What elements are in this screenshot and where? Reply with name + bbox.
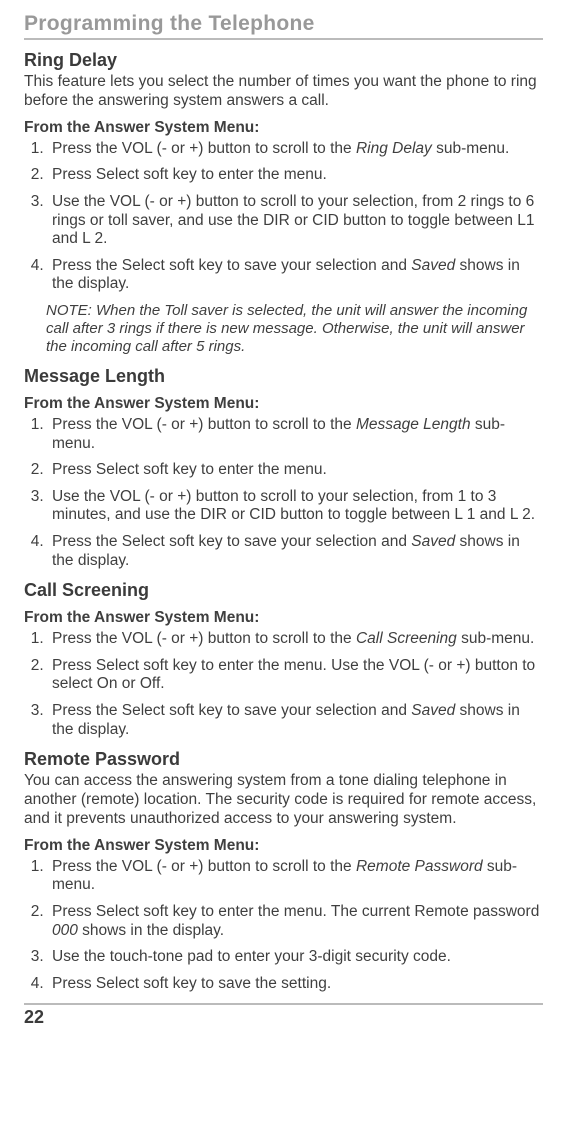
step-em: Call Screening (356, 630, 457, 647)
remote-password-menu-heading: From the Answer System Menu: (24, 837, 543, 855)
list-item: Use the VOL (- or +) button to scroll to… (48, 193, 543, 249)
list-item: Use the touch-tone pad to enter your 3-d… (48, 948, 543, 967)
list-item: Press the Select soft key to save your s… (48, 702, 543, 739)
page-footer: 22 (24, 1003, 543, 1028)
step-em: Saved (411, 533, 455, 550)
list-item: Use the VOL (- or +) button to scroll to… (48, 488, 543, 525)
list-item: Press Select soft key to enter the menu. (48, 166, 543, 185)
step-text: Press the VOL (- or +) button to scroll … (52, 630, 356, 647)
page-container: Programming the Telephone Ring Delay Thi… (0, 0, 567, 1136)
remote-password-intro: You can access the answering system from… (24, 772, 543, 829)
list-item: Press Select soft key to enter the menu. (48, 461, 543, 480)
step-text: sub-menu. (432, 140, 510, 157)
call-screening-steps: Press the VOL (- or +) button to scroll … (24, 630, 543, 739)
message-length-steps: Press the VOL (- or +) button to scroll … (24, 416, 543, 570)
heading-message-length: Message Length (24, 366, 543, 387)
step-text: Press the VOL (- or +) button to scroll … (52, 858, 356, 875)
list-item: Press the Select soft key to save your s… (48, 257, 543, 294)
ring-delay-steps: Press the VOL (- or +) button to scroll … (24, 140, 543, 294)
heading-call-screening: Call Screening (24, 580, 543, 601)
step-text: Press Select soft key to enter the menu.… (52, 903, 539, 920)
heading-remote-password: Remote Password (24, 749, 543, 770)
list-item: Press the VOL (- or +) button to scroll … (48, 416, 543, 453)
list-item: Press Select soft key to enter the menu.… (48, 903, 543, 940)
step-text: Press the VOL (- or +) button to scroll … (52, 416, 356, 433)
step-text: Press the VOL (- or +) button to scroll … (52, 140, 356, 157)
list-item: Press Select soft key to enter the menu.… (48, 657, 543, 694)
step-text: Press the Select soft key to save your s… (52, 533, 411, 550)
list-item: Press Select soft key to save the settin… (48, 975, 543, 994)
list-item: Press the VOL (- or +) button to scroll … (48, 630, 543, 649)
step-text: sub-menu. (457, 630, 535, 647)
list-item: Press the VOL (- or +) button to scroll … (48, 140, 543, 159)
step-text: shows in the display. (78, 922, 224, 939)
ring-delay-intro: This feature lets you select the number … (24, 73, 543, 111)
page-number: 22 (24, 1007, 44, 1027)
ring-delay-note: NOTE: When the Toll saver is selected, t… (46, 302, 543, 356)
call-screening-menu-heading: From the Answer System Menu: (24, 609, 543, 627)
step-text: Press the Select soft key to save your s… (52, 702, 411, 719)
list-item: Press the Select soft key to save your s… (48, 533, 543, 570)
step-text: Press the Select soft key to save your s… (52, 257, 411, 274)
step-em: Saved (411, 702, 455, 719)
step-em: Remote Password (356, 858, 483, 875)
step-em: Saved (411, 257, 455, 274)
list-item: Press the VOL (- or +) button to scroll … (48, 858, 543, 895)
remote-password-steps: Press the VOL (- or +) button to scroll … (24, 858, 543, 994)
heading-ring-delay: Ring Delay (24, 50, 543, 71)
step-em: Message Length (356, 416, 471, 433)
step-em: Ring Delay (356, 140, 432, 157)
ring-delay-menu-heading: From the Answer System Menu: (24, 119, 543, 137)
message-length-menu-heading: From the Answer System Menu: (24, 395, 543, 413)
chapter-title: Programming the Telephone (24, 12, 543, 40)
step-em: 000 (52, 922, 78, 939)
